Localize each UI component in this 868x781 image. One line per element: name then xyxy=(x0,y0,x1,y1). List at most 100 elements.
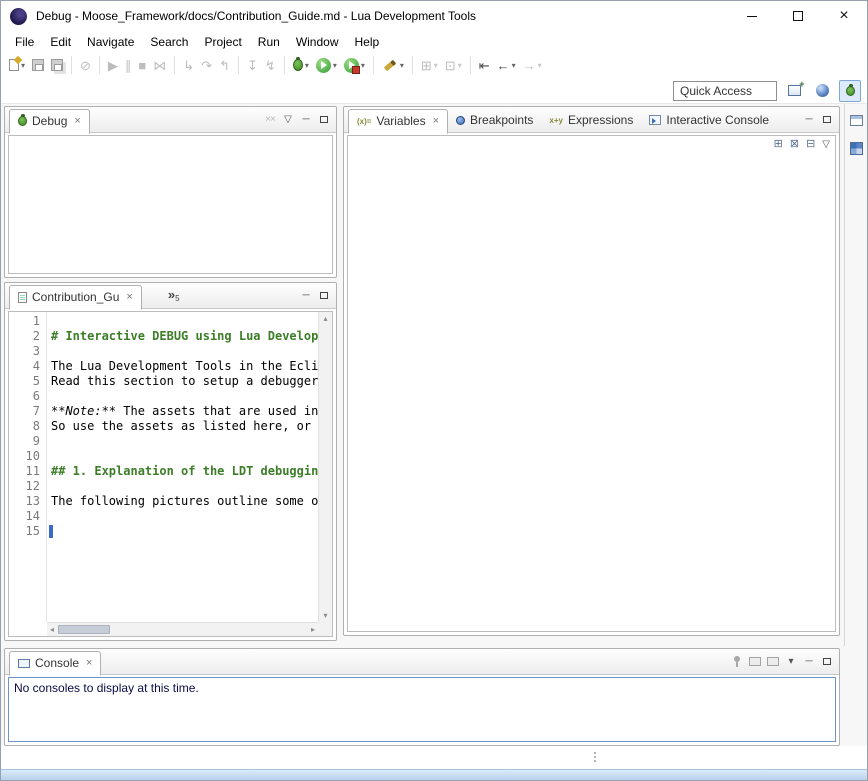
window-close-button[interactable]: × xyxy=(821,1,867,31)
dropdown-arrow-icon[interactable]: ▾ xyxy=(21,61,25,70)
tab-console[interactable]: Console × xyxy=(9,651,101,676)
code-line-7[interactable]: **Note:** The assets that are used in xyxy=(48,404,318,419)
code-line-15[interactable] xyxy=(48,524,318,539)
show-logical-structures-button[interactable]: ⊠ xyxy=(790,139,799,150)
dropdown-arrow-icon[interactable]: ▾ xyxy=(333,61,337,70)
remove-all-terminated-button[interactable]: ×× xyxy=(261,111,279,129)
resume-button[interactable]: ▶ xyxy=(105,54,121,76)
status-sash-handle[interactable] xyxy=(594,752,596,762)
maximize-view-icon[interactable] xyxy=(818,111,836,129)
mark-occurrences-button[interactable]: ▾ xyxy=(379,54,407,76)
save-all-button[interactable] xyxy=(48,54,66,76)
step-over-button[interactable]: ↷ xyxy=(198,54,215,76)
skip-all-breakpoints-button[interactable]: ⊘ xyxy=(77,54,94,76)
scroll-down-icon[interactable]: ▾ xyxy=(323,611,327,620)
dropdown-arrow-icon[interactable]: ▾ xyxy=(458,61,462,70)
scrollbar-thumb[interactable] xyxy=(58,625,110,634)
open-console-dropdown[interactable]: ▾ xyxy=(782,653,800,671)
editor-gutter[interactable]: 123456789101112131415 xyxy=(9,312,47,622)
menu-search[interactable]: Search xyxy=(142,33,196,51)
code-line-11[interactable]: ## 1. Explanation of the LDT debuggin xyxy=(48,464,318,479)
scroll-right-icon[interactable]: ▸ xyxy=(311,625,315,634)
perspective-debug-button[interactable] xyxy=(839,80,861,102)
restore-minimized-view-button[interactable] xyxy=(848,112,866,128)
code-line-3[interactable] xyxy=(48,344,318,359)
close-icon[interactable]: × xyxy=(126,292,132,303)
code-line-12[interactable] xyxy=(48,479,318,494)
code-line-5[interactable]: Read this section to setup a debugger xyxy=(48,374,318,389)
minimize-view-icon[interactable]: ─ xyxy=(800,653,818,671)
suspend-button[interactable]: ∥ xyxy=(122,54,135,76)
menu-project[interactable]: Project xyxy=(196,33,249,51)
minimize-view-icon[interactable]: ─ xyxy=(297,111,315,129)
code-line-8[interactable]: So use the assets as listed here, or xyxy=(48,419,318,434)
code-line-9[interactable] xyxy=(48,434,318,449)
variables-view-content[interactable]: ⊞ ⊠ ⊟ ▽ xyxy=(347,135,836,632)
terminate-button[interactable]: ■ xyxy=(135,54,149,76)
menu-run[interactable]: Run xyxy=(250,33,288,51)
new-wizard-button[interactable]: ▾ xyxy=(6,54,28,76)
tab-debug[interactable]: Debug × xyxy=(9,109,90,134)
display-selected-console-button[interactable] xyxy=(746,653,764,671)
open-element-button[interactable]: ⊡▾ xyxy=(442,54,465,76)
last-edit-location-button[interactable]: ⇤ xyxy=(476,54,493,76)
back-button[interactable]: ←▾ xyxy=(494,54,519,76)
run-external-button[interactable]: ▾ xyxy=(341,54,368,76)
code-line-4[interactable]: The Lua Development Tools in the Ecli xyxy=(48,359,318,374)
close-icon[interactable]: × xyxy=(86,658,92,669)
code-line-1[interactable] xyxy=(48,314,318,329)
dropdown-arrow-icon[interactable]: ▾ xyxy=(512,61,516,70)
drop-to-frame-button[interactable]: ↧ xyxy=(244,54,261,76)
disconnect-button[interactable]: ⋈ xyxy=(150,54,169,76)
code-line-13[interactable]: The following pictures outline some o xyxy=(48,494,318,509)
perspective-ldt-button[interactable] xyxy=(811,80,833,102)
maximize-view-icon[interactable] xyxy=(315,287,333,305)
menu-window[interactable]: Window xyxy=(288,33,347,51)
console-content[interactable]: No consoles to display at this time. xyxy=(8,677,836,742)
view-menu-icon[interactable]: ▽ xyxy=(822,139,830,150)
menu-help[interactable]: Help xyxy=(347,33,388,51)
editor-vertical-scrollbar[interactable]: ▴ ▾ xyxy=(318,312,332,622)
tab-interactive-console[interactable]: Interactive Console xyxy=(641,108,777,133)
scroll-left-icon[interactable]: ◂ xyxy=(50,625,54,634)
close-icon[interactable]: × xyxy=(74,116,80,127)
hidden-tabs-button[interactable]: » 5 xyxy=(168,288,180,303)
minimize-view-icon[interactable]: ─ xyxy=(297,287,315,305)
menu-navigate[interactable]: Navigate xyxy=(79,33,142,51)
minimize-view-icon[interactable]: ─ xyxy=(800,111,818,129)
dropdown-arrow-icon[interactable]: ▾ xyxy=(538,61,542,70)
horizontal-sash-left[interactable] xyxy=(4,278,337,282)
editor-horizontal-scrollbar[interactable]: ◂ ▸ xyxy=(47,622,318,636)
dropdown-arrow-icon[interactable]: ▾ xyxy=(400,61,404,70)
forward-button[interactable]: →▾ xyxy=(520,54,545,76)
minimized-outline-view-button[interactable] xyxy=(848,140,866,156)
window-minimize-button[interactable] xyxy=(729,1,775,31)
close-icon[interactable]: × xyxy=(433,116,439,127)
horizontal-sash-console[interactable] xyxy=(4,641,840,648)
tab-expressions[interactable]: x+y Expressions xyxy=(541,108,641,133)
quick-access-input[interactable]: Quick Access xyxy=(673,81,777,101)
step-return-button[interactable]: ↰ xyxy=(216,54,233,76)
scroll-up-icon[interactable]: ▴ xyxy=(323,314,327,323)
code-line-10[interactable] xyxy=(48,449,318,464)
menu-file[interactable]: File xyxy=(7,33,42,51)
use-step-filters-button[interactable]: ↯ xyxy=(262,54,279,76)
code-line-14[interactable] xyxy=(48,509,318,524)
open-perspective-button[interactable] xyxy=(783,80,805,102)
debug-button[interactable]: ▾ xyxy=(290,54,312,76)
run-button[interactable]: ▾ xyxy=(313,54,340,76)
dropdown-arrow-icon[interactable]: ▾ xyxy=(434,61,438,70)
dropdown-arrow-icon[interactable]: ▾ xyxy=(361,61,365,70)
save-button[interactable] xyxy=(29,54,47,76)
maximize-view-icon[interactable] xyxy=(315,111,333,129)
vertical-sash[interactable] xyxy=(337,106,343,636)
menu-edit[interactable]: Edit xyxy=(42,33,79,51)
tab-breakpoints[interactable]: Breakpoints xyxy=(448,108,541,133)
collapse-all-button[interactable]: ⊟ xyxy=(806,139,815,150)
editor-code[interactable]: # Interactive DEBUG using Lua DevelopThe… xyxy=(48,312,318,622)
open-console-button[interactable] xyxy=(764,653,782,671)
view-menu-icon[interactable]: ▽ xyxy=(279,111,297,129)
window-maximize-button[interactable] xyxy=(775,1,821,31)
step-into-button[interactable]: ↳ xyxy=(180,54,197,76)
code-line-6[interactable] xyxy=(48,389,318,404)
